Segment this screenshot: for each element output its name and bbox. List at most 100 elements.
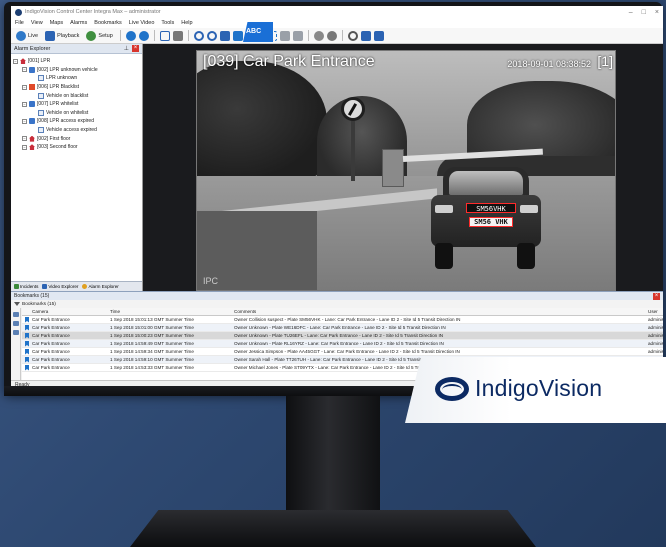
pin-icon[interactable]: ⊥ [124, 45, 129, 52]
expand-toggle-icon[interactable]: − [13, 58, 18, 64]
cell-user: administrator [648, 341, 663, 346]
expand-toggle-icon[interactable]: − [22, 118, 27, 124]
table-row[interactable]: Car Park Entrance 1 Sep 2018 15:00:23 GMT… [22, 332, 663, 340]
toolbar: Live Playback Setup [11, 28, 663, 44]
bookmark-edit-icon[interactable] [13, 321, 19, 326]
table-row[interactable]: Car Park Entrance 1 Sep 2018 15:01:00 GMT… [22, 324, 663, 332]
video-pane[interactable]: SM56VHK SM56 VHK [039] Car Park Entrance… [196, 50, 616, 291]
tree-item[interactable]: LPR unknown [13, 74, 140, 83]
help-icon[interactable] [138, 30, 149, 41]
menu-bookmarks[interactable]: Bookmarks [94, 20, 122, 26]
cell-camera: Car Park Entrance [32, 365, 70, 370]
abc-badge: ABC [243, 22, 273, 42]
setup-icon [86, 30, 97, 41]
bookmark-export-icon[interactable] [13, 330, 19, 335]
tab-incidents[interactable]: Incidents [14, 284, 38, 289]
column-header[interactable]: Time [110, 309, 234, 314]
cell-user: administrator [648, 333, 663, 338]
alarm-explorer-panel: Alarm Explorer ⊥ × − [001] LPR − [002] LPR … [11, 44, 143, 291]
tab-video-explorer[interactable]: Video Explorer [42, 284, 78, 289]
tab-alarm-explorer[interactable]: Alarm Explorer [82, 284, 119, 289]
setup-button[interactable]: Setup [84, 30, 114, 42]
tree-item-label: [003] Second floor [37, 144, 78, 151]
tree-item[interactable]: − [002] First floor [13, 134, 140, 143]
close-bookmarks-icon[interactable]: × [653, 292, 660, 300]
layout-2x2-icon[interactable] [279, 30, 290, 41]
expand-toggle-icon[interactable]: − [22, 136, 27, 142]
menu-live-video[interactable]: Live Video [129, 20, 155, 26]
menu-file[interactable]: File [15, 20, 24, 26]
toolbar-separator [153, 30, 155, 41]
expand-toggle-icon[interactable]: − [22, 101, 27, 107]
setup-label: Setup [98, 32, 113, 39]
snapshot-icon[interactable] [373, 30, 384, 41]
main-area: Alarm Explorer ⊥ × − [001] LPR − [002] LPR … [11, 44, 663, 291]
menu-help[interactable]: Help [181, 20, 192, 26]
users-icon[interactable] [313, 30, 324, 41]
bookmark-flag-icon [25, 316, 29, 323]
expand-toggle-icon[interactable]: − [22, 67, 27, 73]
rule-icon [29, 66, 35, 73]
explorer-tabs: Incidents Video Explorer Alarm Explorer [11, 281, 142, 291]
fullscreen-icon[interactable] [159, 30, 170, 41]
column-header[interactable]: User [648, 309, 663, 314]
bookmark-add-icon[interactable] [13, 312, 19, 317]
monitor-stand-neck [286, 396, 380, 514]
bookmarks-group-header[interactable]: Bookmarks (15) [11, 300, 663, 308]
expand-toggle-icon[interactable]: − [22, 84, 27, 90]
expand-toggle-icon[interactable]: − [22, 144, 27, 150]
indigovision-logo-icon [435, 377, 469, 401]
menu-alarms[interactable]: Alarms [70, 20, 87, 26]
menu-view[interactable]: View [31, 20, 43, 26]
layout-3x3-icon[interactable] [292, 30, 303, 41]
collapse-triangle-icon[interactable] [14, 302, 20, 306]
table-row[interactable]: Car Park Entrance 1 Sep 2018 14:59:49 GMT… [22, 340, 663, 348]
bookmark-flag-icon [25, 340, 29, 347]
bookmarks-side-toolbar [11, 308, 21, 380]
bookmarks-group-title: Bookmarks (15) [22, 301, 56, 307]
live-label: Live [28, 32, 39, 39]
list-icon [38, 75, 44, 82]
tree-item[interactable]: − [007] LPR whitelist [13, 100, 140, 109]
minimize-icon[interactable]: – [629, 9, 633, 16]
camera-tools-icon[interactable] [172, 30, 183, 41]
live-button[interactable]: Live [14, 30, 40, 42]
tree-item[interactable]: Vehicle access expired [13, 126, 140, 135]
table-row[interactable]: Car Park Entrance 1 Sep 2018 14:59:34 GMT… [22, 348, 663, 356]
tree-item[interactable]: − [006] LPR Blacklist [13, 83, 140, 92]
search-icon[interactable] [193, 30, 204, 41]
tree-item[interactable]: − [008] LPR access expired [13, 117, 140, 126]
column-header[interactable]: Camera [32, 309, 110, 314]
tree-item[interactable]: − [003] Second floor [13, 143, 140, 152]
rotate-icon[interactable] [347, 30, 358, 41]
cell-comment: Owner Unknown - Plate WE16DFC - Lane: Ca… [234, 325, 446, 330]
close-panel-icon[interactable]: × [132, 45, 139, 52]
video-timestamp: 2018-09-01 08:38:52 [507, 59, 591, 69]
home-icon[interactable] [360, 30, 371, 41]
layout-grid-icon[interactable] [232, 30, 243, 41]
column-header[interactable]: Comments [234, 309, 648, 314]
cell-comment: Owner Unknown - Plate TU26EFL - Lane: Ca… [234, 333, 444, 338]
maximize-icon[interactable]: □ [642, 9, 646, 16]
block-icon[interactable] [206, 30, 217, 41]
vehicle: SM56VHK SM56 VHK [425, 167, 543, 271]
cell-user: administrator [648, 325, 663, 330]
close-icon[interactable]: × [655, 9, 659, 16]
tree-item[interactable]: − [001] LPR [13, 57, 140, 66]
audio-icon[interactable] [326, 30, 337, 41]
tree-item[interactable]: − [002] LPR unknown vehicle [13, 66, 140, 75]
save-icon[interactable] [219, 30, 230, 41]
menu-maps[interactable]: Maps [50, 20, 63, 26]
alarm-explorer-icon [82, 284, 88, 289]
table-row[interactable]: Car Park Entrance 1 Sep 2018 15:01:13 GMT… [22, 316, 663, 324]
tree-item[interactable]: Vehicle on blacklist [13, 91, 140, 100]
tree-item-label: [006] LPR Blacklist [37, 84, 79, 91]
playback-button[interactable]: Playback [43, 30, 81, 42]
cell-camera: Car Park Entrance [32, 317, 70, 322]
cell-comment: Owner Jessica Simpson - Plate AA45GGT - … [234, 349, 460, 354]
tree-item[interactable]: Vehicle on whitelist [13, 109, 140, 118]
tab-label: Incidents [20, 284, 39, 289]
refresh-icon[interactable] [125, 30, 136, 41]
menu-tools[interactable]: Tools [161, 20, 174, 26]
site-icon [20, 58, 26, 65]
